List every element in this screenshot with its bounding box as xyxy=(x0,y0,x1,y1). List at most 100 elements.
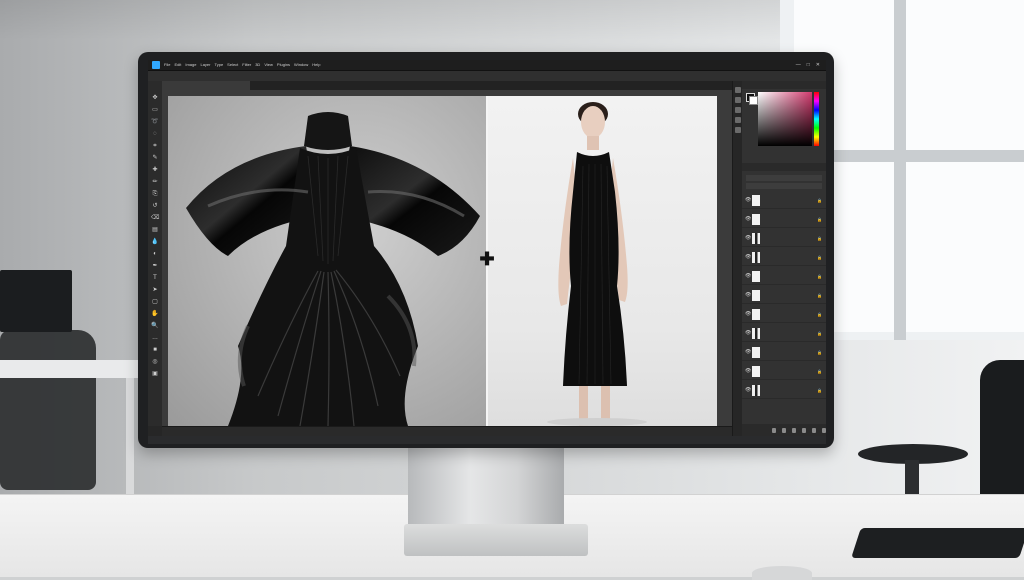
menu-type[interactable]: Type xyxy=(215,61,224,69)
layer-lock-icon[interactable]: 🔒 xyxy=(817,350,822,355)
layer-row[interactable]: 👁 🔒 xyxy=(742,364,826,380)
layer-row[interactable]: 👁 🔒 xyxy=(742,345,826,361)
color-picker-field[interactable] xyxy=(758,92,812,146)
background-color-swatch[interactable] xyxy=(749,96,758,105)
layer-visibility-icon[interactable]: 👁 xyxy=(745,198,751,203)
eraser-tool[interactable]: ⌫ xyxy=(151,215,159,222)
maximize-button[interactable]: □ xyxy=(807,61,810,69)
path-select-tool[interactable]: ➤ xyxy=(151,287,159,294)
layer-row[interactable]: 👁 🔒 xyxy=(742,193,826,209)
layer-row[interactable]: 👁 🔒 xyxy=(742,288,826,304)
color-swatch-tool[interactable]: ■ xyxy=(151,347,159,354)
healing-tool[interactable]: ✚ xyxy=(151,167,159,174)
add-mask-icon[interactable] xyxy=(792,427,796,433)
menu-help[interactable]: Help xyxy=(312,61,320,69)
adjustments-panel-icon[interactable] xyxy=(735,107,741,113)
layer-lock-icon[interactable]: 🔒 xyxy=(817,255,822,260)
layer-filter-select[interactable] xyxy=(746,175,822,181)
layer-lock-icon[interactable]: 🔒 xyxy=(817,331,822,336)
photoshop-logo-icon[interactable] xyxy=(152,61,160,69)
split-handle-icon[interactable]: ✚ xyxy=(478,250,496,268)
layer-lock-icon[interactable]: 🔒 xyxy=(817,369,822,374)
menu-view[interactable]: View xyxy=(264,61,273,69)
delete-layer-icon[interactable] xyxy=(822,427,826,433)
layer-lock-icon[interactable]: 🔒 xyxy=(817,274,822,279)
character-panel-icon[interactable] xyxy=(735,127,741,133)
layer-row[interactable]: 👁 🔒 xyxy=(742,326,826,342)
layer-visibility-icon[interactable]: 👁 xyxy=(745,274,751,279)
history-brush-tool[interactable]: ↺ xyxy=(151,203,159,210)
shape-tool[interactable]: ▢ xyxy=(151,299,159,306)
layer-row[interactable]: 👁 🔒 xyxy=(742,269,826,285)
type-tool[interactable]: T xyxy=(151,275,159,282)
layer-thumbnail xyxy=(752,214,760,225)
layer-visibility-icon[interactable]: 👁 xyxy=(745,312,751,317)
hand-tool[interactable]: ✋ xyxy=(151,311,159,318)
tab-document-1[interactable] xyxy=(162,81,250,90)
layer-lock-icon[interactable]: 🔒 xyxy=(817,388,822,393)
layer-lock-icon[interactable]: 🔒 xyxy=(817,198,822,203)
layer-style-icon[interactable] xyxy=(782,427,786,433)
layer-visibility-icon[interactable]: 👁 xyxy=(745,350,751,355)
menu-image[interactable]: Image xyxy=(185,61,196,69)
menu-file[interactable]: File xyxy=(164,61,170,69)
layer-visibility-icon[interactable]: 👁 xyxy=(745,369,751,374)
link-layers-icon[interactable] xyxy=(772,427,776,433)
marquee-tool[interactable]: ▭ xyxy=(151,107,159,114)
sculptural-dress-image[interactable] xyxy=(168,96,486,426)
layer-visibility-icon[interactable]: 👁 xyxy=(745,236,751,241)
menu-3d[interactable]: 3D xyxy=(255,61,260,69)
close-button[interactable]: ✕ xyxy=(816,61,820,69)
menu-plugins[interactable]: Plugins xyxy=(277,61,290,69)
pen-tool[interactable]: ✒ xyxy=(151,263,159,270)
move-tool[interactable]: ✥ xyxy=(151,95,159,102)
layer-visibility-icon[interactable]: 👁 xyxy=(745,293,751,298)
color-swatches[interactable] xyxy=(746,93,758,105)
color-panel-header[interactable] xyxy=(742,81,826,89)
quick-mask-tool[interactable]: ◎ xyxy=(151,359,159,366)
layer-visibility-icon[interactable]: 👁 xyxy=(745,255,751,260)
brush-tool[interactable]: ✏ xyxy=(151,179,159,186)
menu-select[interactable]: Select xyxy=(227,61,238,69)
layer-visibility-icon[interactable]: 👁 xyxy=(745,217,751,222)
layer-lock-icon[interactable]: 🔒 xyxy=(817,312,822,317)
screen-mode-tool[interactable]: ▣ xyxy=(151,371,159,378)
standing-model-illustration xyxy=(547,102,647,426)
layer-row[interactable]: 👁 🔒 xyxy=(742,383,826,399)
menu-layer[interactable]: Layer xyxy=(200,61,210,69)
layer-row[interactable]: 👁 🔒 xyxy=(742,250,826,266)
clone-stamp-tool[interactable]: ⎘ xyxy=(151,191,159,198)
layer-row[interactable]: 👁 🔒 xyxy=(742,212,826,228)
dodge-tool[interactable]: ◐ xyxy=(151,251,159,258)
eyedropper-tool[interactable]: ✎ xyxy=(151,155,159,162)
lasso-tool[interactable]: ➰ xyxy=(151,119,159,126)
menu-filter[interactable]: Filter xyxy=(242,61,251,69)
more-tools-icon[interactable]: … xyxy=(151,335,159,342)
quick-select-tool[interactable]: ◌ xyxy=(151,131,159,138)
model-in-black-dress-image[interactable] xyxy=(487,96,717,426)
tab-document-2[interactable] xyxy=(240,81,332,90)
layer-lock-icon[interactable]: 🔒 xyxy=(817,293,822,298)
history-panel-icon[interactable] xyxy=(735,87,741,93)
brush-settings-panel-icon[interactable] xyxy=(735,117,741,123)
gradient-tool[interactable]: ▤ xyxy=(151,227,159,234)
menu-window[interactable]: Window xyxy=(294,61,308,69)
layer-lock-icon[interactable]: 🔒 xyxy=(817,217,822,222)
layer-row[interactable]: 👁 🔒 xyxy=(742,231,826,247)
layer-row[interactable]: 👁 🔒 xyxy=(742,307,826,323)
crop-tool[interactable]: ⌗ xyxy=(151,143,159,150)
zoom-tool[interactable]: 🔍 xyxy=(151,323,159,330)
new-group-icon[interactable] xyxy=(802,427,806,433)
hue-slider[interactable] xyxy=(814,92,819,146)
menu-edit[interactable]: Edit xyxy=(174,61,181,69)
minimize-button[interactable]: — xyxy=(796,61,801,69)
blend-mode-select[interactable] xyxy=(746,183,822,189)
properties-panel-icon[interactable] xyxy=(735,97,741,103)
layer-visibility-icon[interactable]: 👁 xyxy=(745,331,751,336)
blur-tool[interactable]: 💧 xyxy=(151,239,159,246)
layer-visibility-icon[interactable]: 👁 xyxy=(745,388,751,393)
layers-panel-header[interactable] xyxy=(742,163,826,171)
canvas-area[interactable]: ✚ xyxy=(162,90,732,426)
layer-lock-icon[interactable]: 🔒 xyxy=(817,236,822,241)
new-layer-icon[interactable] xyxy=(812,427,816,433)
